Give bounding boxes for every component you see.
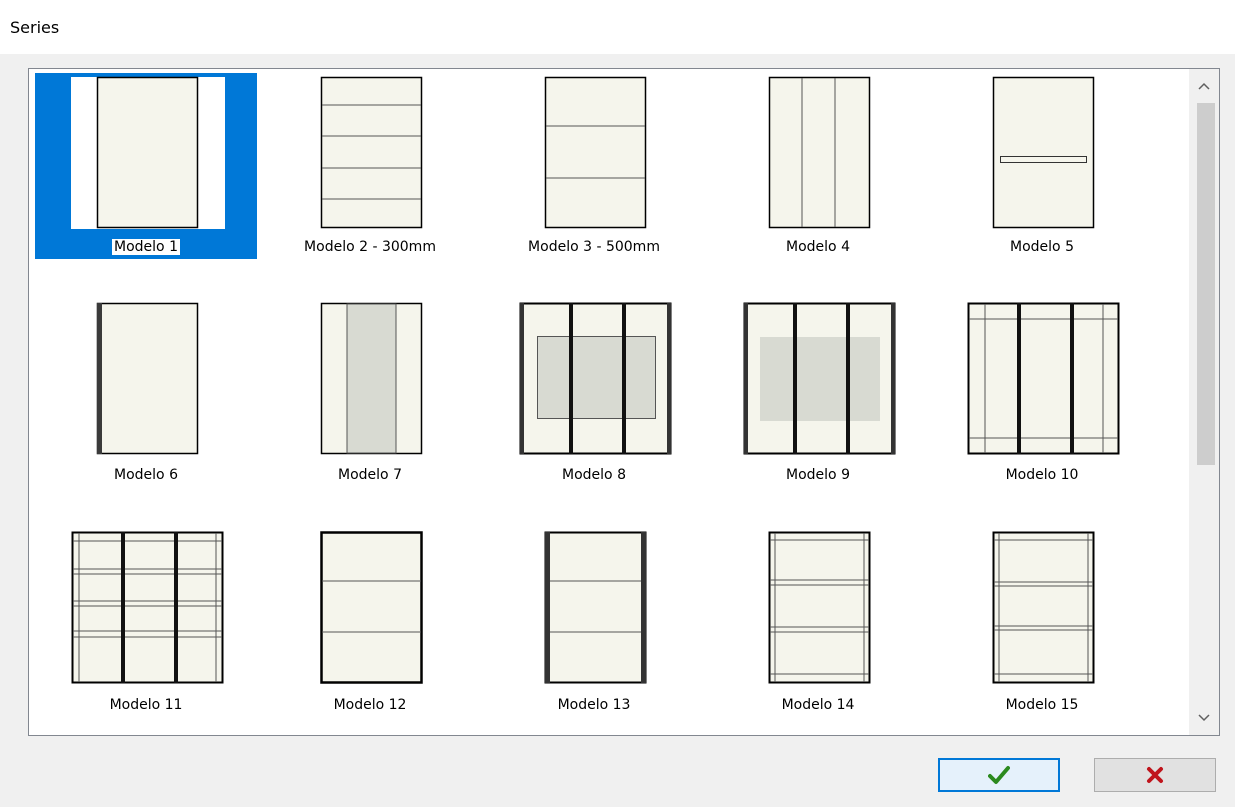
door-thumbnail: [743, 302, 896, 455]
tile-caption: Modelo 9: [786, 467, 850, 483]
tile-caption: Modelo 13: [557, 697, 631, 713]
model-tile-12[interactable]: Modelo 12: [253, 527, 475, 717]
model-list[interactable]: Modelo 1 Modelo 2 - 300mm Modelo 3 - 500…: [28, 68, 1220, 736]
vertical-scrollbar[interactable]: [1189, 69, 1219, 735]
tile-caption: Modelo 14: [781, 697, 855, 713]
model-tile-5[interactable]: Modelo 5: [925, 69, 1147, 259]
scroll-thumb[interactable]: [1197, 103, 1215, 465]
door-thumbnail: [320, 302, 423, 455]
tile-caption: Modelo 4: [786, 239, 850, 255]
ok-button[interactable]: [938, 758, 1060, 792]
door-thumbnail: [992, 531, 1095, 684]
model-tile-14[interactable]: Modelo 14: [701, 527, 923, 717]
model-tile-6[interactable]: Modelo 6: [29, 297, 251, 487]
tile-caption: Modelo 15: [1005, 697, 1079, 713]
door-thumbnail: [96, 76, 199, 229]
scroll-down-arrow[interactable]: [1189, 703, 1219, 733]
model-tile-7[interactable]: Modelo 7: [253, 297, 475, 487]
tile-caption: Modelo 12: [333, 697, 407, 713]
chevron-up-icon: [1198, 82, 1210, 90]
tile-caption: Modelo 3 - 500mm: [528, 239, 660, 255]
model-tile-2[interactable]: Modelo 2 - 300mm: [253, 69, 475, 259]
model-tile-11[interactable]: Modelo 11: [29, 527, 251, 717]
checkmark-icon: [988, 766, 1010, 784]
door-thumbnail: [768, 76, 871, 229]
tile-caption: Modelo 6: [114, 467, 178, 483]
tile-caption: Modelo 10: [1005, 467, 1079, 483]
door-thumbnail: [992, 76, 1095, 229]
series-dialog: Series Modelo 1 Modelo 2 - 300mm Modelo …: [0, 0, 1235, 807]
door-thumbnail: [519, 302, 672, 455]
cancel-button[interactable]: [1094, 758, 1216, 792]
model-tile-13[interactable]: Modelo 13: [477, 527, 699, 717]
door-thumbnail: [967, 302, 1120, 455]
door-thumbnail: [71, 531, 224, 684]
tile-caption: Modelo 5: [1010, 239, 1074, 255]
model-tile-3[interactable]: Modelo 3 - 500mm: [477, 69, 699, 259]
model-tile-10[interactable]: Modelo 10: [925, 297, 1147, 487]
door-thumbnail: [768, 531, 871, 684]
tile-caption: Modelo 2 - 300mm: [304, 239, 436, 255]
door-thumbnail: [320, 531, 423, 684]
tile-caption: Modelo 1: [112, 239, 180, 255]
door-thumbnail: [544, 531, 647, 684]
door-thumbnail: [320, 76, 423, 229]
x-icon: [1147, 767, 1163, 783]
tile-caption: Modelo 7: [338, 467, 402, 483]
model-tile-9[interactable]: Modelo 9: [701, 297, 923, 487]
tile-caption: Modelo 11: [109, 697, 183, 713]
door-thumbnail: [96, 302, 199, 455]
chevron-down-icon: [1198, 714, 1210, 722]
title-bar: Series: [0, 0, 1235, 54]
model-tile-1[interactable]: Modelo 1: [29, 69, 257, 259]
window-title: Series: [10, 18, 60, 37]
tile-caption: Modelo 8: [562, 467, 626, 483]
model-tile-8[interactable]: Modelo 8: [477, 297, 699, 487]
model-tile-4[interactable]: Modelo 4: [701, 69, 923, 259]
model-tile-15[interactable]: Modelo 15: [925, 527, 1147, 717]
door-thumbnail: [544, 76, 647, 229]
scroll-up-arrow[interactable]: [1189, 71, 1219, 101]
